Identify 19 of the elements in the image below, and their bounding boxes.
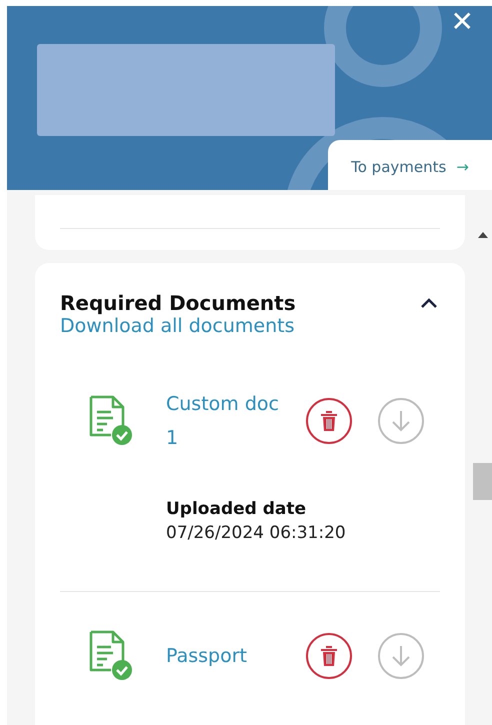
delete-button[interactable] <box>306 398 352 444</box>
download-arrow-icon <box>391 644 411 668</box>
uploaded-label: Uploaded date <box>166 499 308 519</box>
trash-icon <box>320 410 338 432</box>
uploaded-date: 07/26/2024 06:31:20 <box>166 523 347 543</box>
section-title: Required Documents <box>60 291 296 315</box>
delete-button[interactable] <box>306 633 352 679</box>
close-button[interactable]: ✕ <box>446 8 478 36</box>
download-arrow-icon <box>391 409 411 433</box>
trash-icon <box>320 645 338 667</box>
scroll-up-icon[interactable] <box>478 232 488 238</box>
to-payments-tab[interactable]: To payments → <box>328 140 492 190</box>
document-check-icon <box>88 395 134 447</box>
scrollbar-thumb[interactable] <box>473 463 492 500</box>
download-all-link[interactable]: Download all documents <box>60 315 294 337</box>
document-check-icon <box>88 630 134 682</box>
document-name[interactable]: Custom doc 1 <box>166 387 286 455</box>
document-name[interactable]: Passport <box>166 639 286 673</box>
chevron-icon[interactable] <box>420 297 438 309</box>
